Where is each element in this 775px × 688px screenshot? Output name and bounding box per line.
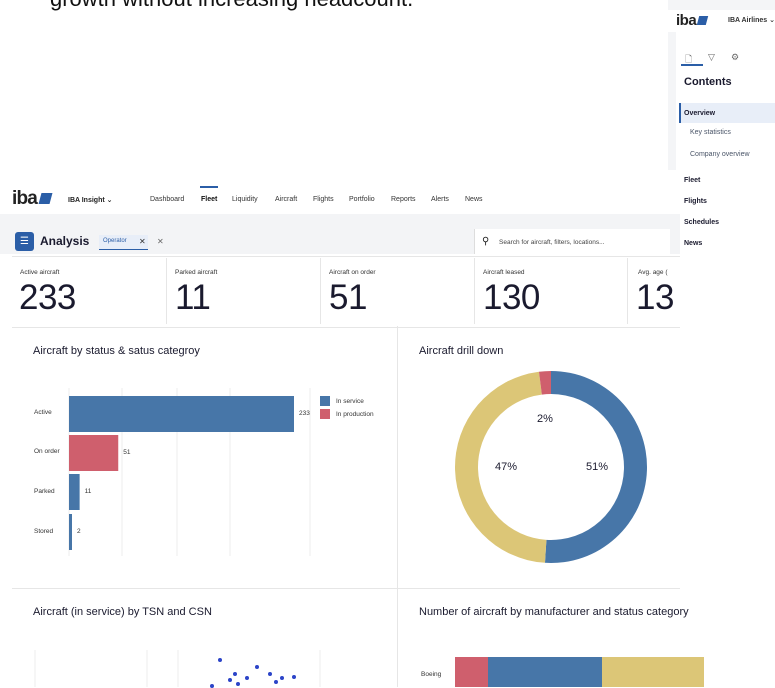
scatter-point [280, 676, 284, 680]
scatter-point [245, 676, 249, 680]
manufacturer-bar-segment [602, 657, 704, 687]
scatter-point [236, 682, 240, 686]
scatter-point [255, 665, 259, 669]
scatter-point [210, 684, 214, 688]
scatter-point [274, 680, 278, 684]
scatter-point [268, 672, 272, 676]
manufacturer-label: Boeing [421, 671, 442, 678]
scatter-point [292, 675, 296, 679]
scatter-point [218, 658, 222, 662]
scatter-point [233, 672, 237, 676]
scatter-point [228, 678, 232, 682]
manufacturer-bar-segment [488, 657, 602, 687]
tsn-csn-scatter [34, 650, 321, 687]
manufacturer-bar-segment [455, 657, 488, 687]
